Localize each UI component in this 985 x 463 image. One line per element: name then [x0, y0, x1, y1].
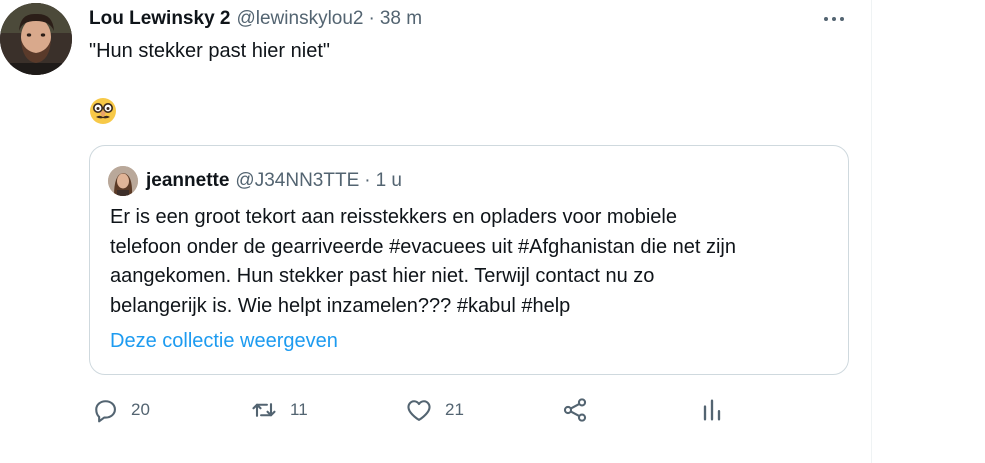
analytics-icon — [703, 399, 721, 421]
quoted-tweet-card[interactable]: jeannette @J34NN3TTE · 1 u Er is een gro… — [89, 145, 849, 375]
quoted-header-separator: · — [364, 170, 371, 191]
quoted-tweet-text: Er is een groot tekort aan reisstekkers … — [110, 203, 830, 321]
column-divider — [871, 0, 872, 463]
quoted-tweet-header: jeannette @J34NN3TTE · 1 u — [108, 164, 402, 198]
more-dot — [824, 17, 828, 21]
quoted-timestamp: 1 u — [375, 170, 402, 191]
more-dot — [840, 17, 844, 21]
author-handle[interactable]: @lewinskylou2 — [236, 8, 363, 30]
quoted-text-line: belangerijk is. Wie helpt inzamelen??? #… — [110, 294, 571, 317]
quoted-author-name: jeannette — [146, 170, 230, 191]
more-icon[interactable] — [818, 8, 850, 30]
retweet-button[interactable]: 11 — [250, 395, 308, 425]
tweet-header: Lou Lewinsky 2 @lewinskylou2 · 38 m — [89, 7, 422, 31]
more-dot — [832, 17, 836, 21]
author-avatar[interactable] — [0, 3, 72, 75]
reply-icon — [95, 400, 116, 423]
author-name[interactable]: Lou Lewinsky 2 — [89, 8, 230, 30]
quoted-author-avatar-image — [108, 166, 138, 196]
quoted-text-line: aangekomen. Hun stekker past hier niet. … — [110, 265, 655, 287]
reply-button[interactable]: 20 — [91, 395, 150, 425]
disguised-face-emoji-icon — [88, 96, 118, 126]
share-button[interactable] — [561, 395, 589, 425]
like-count: 21 — [445, 400, 464, 419]
tweet-container: Lou Lewinsky 2 @lewinskylou2 · 38 m "Hun… — [0, 0, 985, 463]
quoted-author-avatar — [108, 166, 138, 196]
heart-icon — [407, 400, 431, 421]
share-icon — [563, 398, 587, 422]
author-avatar-image — [0, 3, 72, 75]
retweet-count: 11 — [290, 400, 308, 419]
show-collection-link[interactable]: Deze collectie weergeven — [110, 328, 338, 354]
like-button[interactable]: 21 — [405, 395, 464, 425]
tweet-timestamp[interactable]: 38 m — [380, 8, 422, 30]
header-separator: · — [368, 8, 375, 29]
reply-count: 20 — [131, 400, 150, 419]
tweet-text: "Hun stekker past hier niet" — [89, 40, 330, 62]
quoted-text-line: telefoon onder de gearriveerde #evacuees… — [110, 235, 736, 258]
quoted-text-line: Er is een groot tekort aan reisstekkers … — [110, 206, 677, 228]
retweet-icon — [252, 403, 276, 417]
quoted-author-handle: @J34NN3TTE — [235, 170, 360, 191]
analytics-button[interactable] — [698, 395, 726, 425]
